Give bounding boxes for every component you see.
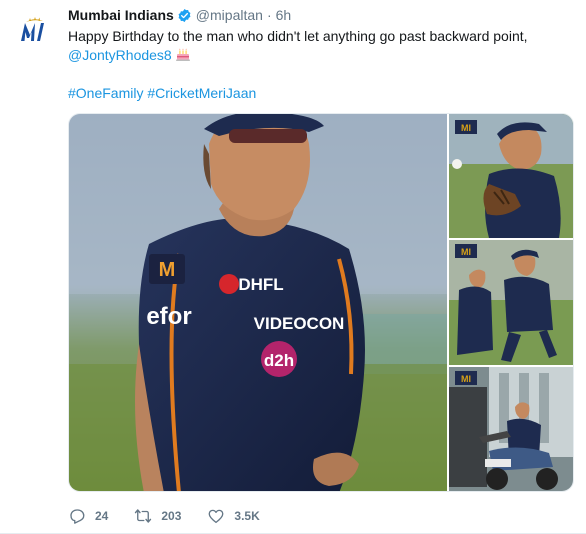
tweet-actions: 24 203 3.5K bbox=[68, 505, 286, 527]
heart-icon bbox=[208, 509, 224, 524]
media-photo-thumb-3[interactable]: MI bbox=[449, 367, 573, 491]
thumb1-logo: MI bbox=[461, 123, 471, 133]
photo-motorbike-ride: MI bbox=[449, 367, 573, 491]
retweet-button[interactable]: 203 bbox=[134, 507, 181, 525]
tweet-timestamp[interactable]: 6h bbox=[276, 7, 292, 23]
birthday-cake-icon bbox=[175, 48, 190, 61]
reply-count: 24 bbox=[95, 509, 109, 523]
media-photo-thumb-2[interactable]: MI bbox=[449, 240, 573, 365]
tweet-text-line: Happy Birthday to the man who didn't let… bbox=[68, 28, 528, 44]
tweet-text-mention-line: @JontyRhodes8 bbox=[68, 46, 578, 65]
tweet-hashtags-line: #OneFamily #CricketMeriJaan bbox=[68, 84, 578, 103]
thumb3-logo: MI bbox=[461, 374, 471, 384]
jersey-sponsor-dhfl: DHFL bbox=[238, 275, 283, 294]
photo-practice-session: MI bbox=[449, 240, 573, 365]
jersey-sponsor-efor: efor bbox=[146, 303, 191, 330]
jersey-sponsor-videocon: VIDEOCON bbox=[254, 314, 345, 333]
mumbai-indians-logo-icon bbox=[21, 17, 44, 41]
media-grid: M DHFL efor VIDEOCON d2h MI MI MI bbox=[68, 113, 574, 492]
verified-badge-icon bbox=[178, 8, 191, 22]
like-button[interactable]: 3.5K bbox=[207, 507, 260, 525]
author-display-name[interactable]: Mumbai Indians bbox=[68, 7, 174, 23]
hashtag-onefamily[interactable]: #OneFamily bbox=[68, 85, 143, 101]
tweet-card[interactable]: MI Mumbai Indians @mipaltan · 6h Happy B… bbox=[0, 0, 586, 534]
jersey-logo-m: M bbox=[159, 259, 176, 281]
media-photo-main[interactable]: M DHFL efor VIDEOCON d2h bbox=[69, 114, 447, 491]
jersey-sponsor-d2h: d2h bbox=[264, 351, 294, 370]
thumb2-logo: MI bbox=[461, 247, 471, 257]
reply-icon bbox=[70, 509, 85, 524]
author-handle[interactable]: @mipaltan bbox=[196, 7, 263, 23]
header-separator: · bbox=[266, 7, 272, 23]
reply-button[interactable]: 24 bbox=[68, 507, 108, 525]
photo-player-portrait: M DHFL efor VIDEOCON d2h bbox=[69, 114, 447, 491]
mention-link[interactable]: @JontyRhodes8 bbox=[68, 47, 172, 63]
tweet-header: Mumbai Indians @mipaltan · 6h bbox=[68, 6, 291, 24]
media-photo-thumb-1[interactable]: MI bbox=[449, 114, 573, 238]
like-count: 3.5K bbox=[234, 509, 260, 523]
retweet-count: 203 bbox=[161, 509, 182, 523]
tweet-text: Happy Birthday to the man who didn't let… bbox=[68, 27, 578, 103]
retweet-icon bbox=[135, 509, 152, 523]
author-avatar[interactable]: MI bbox=[10, 8, 58, 56]
hashtag-cricketmerijaan[interactable]: #CricketMeriJaan bbox=[147, 85, 256, 101]
photo-fielding-catch: MI bbox=[449, 114, 573, 238]
